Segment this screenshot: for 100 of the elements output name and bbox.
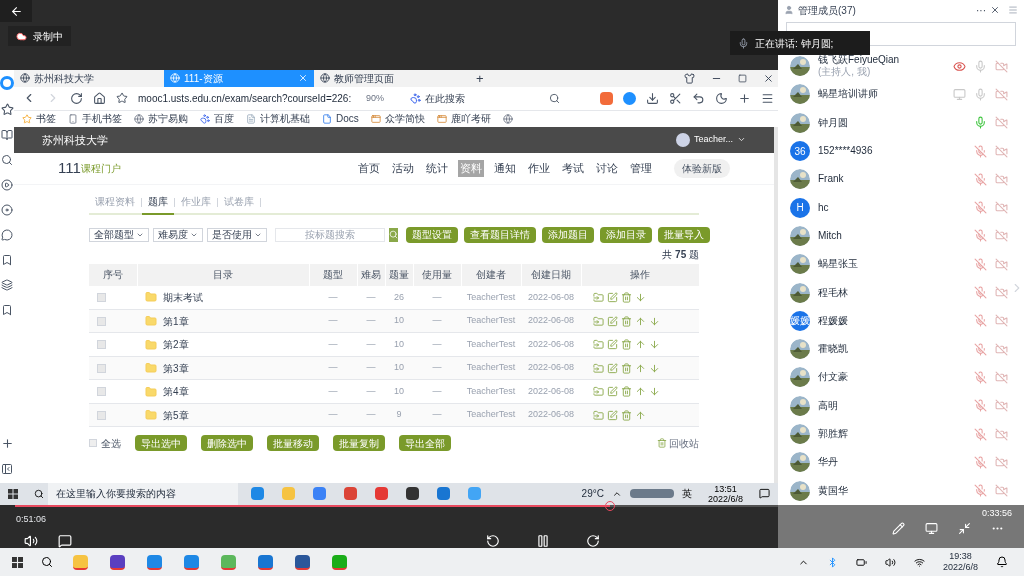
- move-down-icon[interactable]: [649, 386, 660, 398]
- delete-icon[interactable]: [621, 315, 632, 327]
- camera-off-icon[interactable]: [995, 427, 1008, 441]
- bookmark-link[interactable]: 百度: [214, 111, 234, 127]
- sidebar-icon[interactable]: [1, 228, 13, 241]
- edit-icon[interactable]: [607, 362, 618, 374]
- muted-mic-icon[interactable]: [974, 172, 987, 186]
- camera-off-icon[interactable]: [995, 399, 1008, 413]
- muted-mic-icon[interactable]: [974, 484, 987, 498]
- browser-tab[interactable]: 教师管理页面: [314, 69, 464, 87]
- edit-icon[interactable]: [607, 291, 618, 303]
- row-checkbox[interactable]: [97, 410, 106, 420]
- folder-name[interactable]: 第5章: [163, 407, 189, 423]
- bookmark-link[interactable]: 书签: [36, 111, 56, 127]
- sidebar-icon[interactable]: [1, 178, 13, 191]
- nav-tab[interactable]: 首页: [356, 160, 382, 177]
- screen-icon[interactable]: [925, 522, 938, 536]
- close-icon[interactable]: [763, 72, 774, 84]
- notification-icon[interactable]: [759, 488, 770, 499]
- collapse-icon[interactable]: [1, 462, 13, 475]
- muted-mic-icon[interactable]: [974, 427, 987, 441]
- camera-off-icon[interactable]: [995, 342, 1008, 356]
- nav-tab[interactable]: 统计: [424, 160, 450, 177]
- camera-off-icon[interactable]: [995, 455, 1008, 469]
- camera-off-icon[interactable]: [995, 484, 1008, 498]
- move-up-icon[interactable]: [635, 339, 646, 351]
- muted-mic-icon[interactable]: [974, 370, 987, 384]
- muted-mic-icon[interactable]: [974, 286, 987, 299]
- nav-tab[interactable]: 管理: [628, 160, 654, 177]
- star-icon[interactable]: [116, 92, 128, 105]
- camera-off-icon[interactable]: [995, 116, 1008, 130]
- folder-name[interactable]: 第2章: [163, 337, 189, 353]
- delete-icon[interactable]: [621, 339, 632, 351]
- edit-icon[interactable]: [607, 315, 618, 327]
- search-field[interactable]: 在这里输入你要搜索的内容: [48, 482, 238, 505]
- row-checkbox[interactable]: [97, 316, 106, 326]
- move-folder-icon[interactable]: [593, 386, 604, 398]
- volume-icon[interactable]: [884, 556, 896, 568]
- sidebar-icon[interactable]: [1, 278, 13, 291]
- search-field[interactable]: 在此搜索: [425, 90, 545, 106]
- camera-off-icon[interactable]: [995, 59, 1008, 73]
- sidebar-icon[interactable]: [1, 303, 13, 316]
- plus-icon[interactable]: [738, 91, 751, 105]
- folder-name[interactable]: 期末考试: [163, 289, 203, 305]
- filter-dropdown[interactable]: 是否使用: [207, 227, 267, 242]
- move-folder-icon[interactable]: [593, 409, 604, 421]
- select-all-checkbox[interactable]: [89, 439, 97, 448]
- nav-tab[interactable]: 活动: [390, 160, 416, 177]
- camera-off-icon[interactable]: [995, 229, 1008, 243]
- nav-tab[interactable]: 作业: [526, 160, 552, 177]
- move-up-icon[interactable]: [635, 315, 646, 327]
- edit-icon[interactable]: [607, 409, 618, 421]
- globe-icon[interactable]: [502, 113, 513, 124]
- notification-icon[interactable]: [996, 556, 1008, 568]
- restore-icon[interactable]: [738, 73, 747, 83]
- subtab[interactable]: 题库: [142, 193, 174, 215]
- taskbar-app-icon[interactable]: [332, 554, 347, 570]
- sidebar-icon[interactable]: [1, 128, 13, 141]
- move-folder-icon[interactable]: [593, 291, 604, 303]
- edit-icon[interactable]: [607, 339, 618, 351]
- reload-icon[interactable]: [70, 91, 83, 105]
- taskbar-app-icon[interactable]: [73, 554, 88, 570]
- muted-mic-icon[interactable]: [974, 314, 987, 328]
- start-icon[interactable]: [12, 556, 23, 568]
- taskbar-app-icon[interactable]: [406, 487, 419, 500]
- volume-icon[interactable]: [24, 534, 38, 548]
- search-field[interactable]: 按标题搜索: [275, 227, 385, 242]
- moon-icon[interactable]: [715, 91, 728, 105]
- forward-icon[interactable]: [586, 534, 600, 548]
- muted-mic-icon[interactable]: [974, 229, 987, 243]
- folder-name[interactable]: 第4章: [163, 384, 189, 400]
- row-checkbox[interactable]: [97, 340, 106, 350]
- sidebar-icon[interactable]: [1, 153, 13, 166]
- wifi-icon[interactable]: [913, 556, 925, 568]
- captions-icon[interactable]: [58, 534, 72, 548]
- camera-off-icon[interactable]: [995, 370, 1008, 384]
- rewind-icon[interactable]: [486, 534, 500, 548]
- ime-indicator[interactable]: 英: [681, 486, 692, 501]
- minimize-icon[interactable]: [958, 522, 971, 536]
- bookmark-link[interactable]: 计算机基础: [260, 111, 310, 127]
- move-down-icon[interactable]: [649, 339, 660, 351]
- move-folder-icon[interactable]: [593, 362, 604, 374]
- move-down-icon[interactable]: [635, 291, 646, 303]
- new-tab-button[interactable]: +: [464, 69, 496, 87]
- close-icon[interactable]: [990, 5, 1000, 15]
- folder-name[interactable]: 第1章: [163, 313, 189, 329]
- bookmark-link[interactable]: 鹿吖考研: [450, 111, 491, 127]
- home-icon[interactable]: [93, 91, 106, 105]
- taskbar-app-icon[interactable]: [110, 554, 125, 570]
- plus-icon[interactable]: [0, 436, 14, 450]
- delete-icon[interactable]: [621, 386, 632, 398]
- bookmark-link[interactable]: 众学简快: [384, 111, 425, 127]
- sidebar-icon[interactable]: [1, 253, 13, 266]
- skin-icon[interactable]: [684, 72, 695, 84]
- new-version-button[interactable]: 体验新版: [674, 158, 730, 178]
- search-button[interactable]: [389, 227, 398, 242]
- more-button[interactable]: ···: [976, 2, 986, 18]
- taskbar-app-icon[interactable]: [184, 554, 199, 570]
- star-icon[interactable]: [0, 102, 14, 116]
- mic-icon[interactable]: [974, 116, 987, 130]
